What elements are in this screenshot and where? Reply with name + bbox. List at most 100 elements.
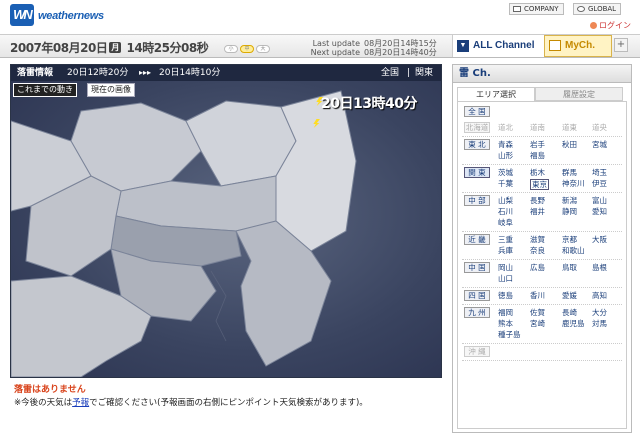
- region-button[interactable]: 関 東: [464, 167, 490, 178]
- global-label: GLOBAL: [588, 5, 617, 13]
- prefecture-link[interactable]: 富山: [592, 196, 607, 206]
- prefecture-link[interactable]: 静岡: [562, 207, 577, 217]
- region-divider: [462, 304, 622, 305]
- region-button[interactable]: 四 国: [464, 290, 490, 301]
- region-button[interactable]: 近 畿: [464, 234, 490, 245]
- prefecture-link[interactable]: 新潟: [562, 196, 577, 206]
- date-sep: 日: [95, 41, 108, 55]
- prefecture-link[interactable]: 京都: [562, 235, 577, 245]
- prefecture-link[interactable]: 愛知: [592, 207, 607, 217]
- region-divider: [462, 360, 622, 361]
- date-sep: 年: [41, 41, 53, 55]
- my-channel-tab[interactable]: MyCh.: [544, 35, 612, 57]
- prefecture-link[interactable]: 和歌山: [562, 246, 585, 256]
- next-update-value: 08月20日14時40分: [364, 48, 437, 57]
- region-nation-button[interactable]: 全 国: [464, 106, 490, 117]
- prefecture-link[interactable]: 種子島: [498, 330, 521, 340]
- all-channel-label: ALL Channel: [473, 40, 535, 51]
- prefecture-link[interactable]: 山口: [498, 274, 513, 284]
- font-size-small[interactable]: 小: [224, 45, 238, 53]
- current-image-button[interactable]: 現在の画像: [87, 83, 135, 97]
- map-header: 落雷情報 20日12時20分 ▸▸▸ 20日14時10分 全国 | 関東: [11, 65, 441, 81]
- prefecture-link[interactable]: 鳥取: [562, 263, 577, 273]
- prefecture-link[interactable]: 兵庫: [498, 246, 513, 256]
- prefecture-link[interactable]: 福井: [530, 207, 545, 217]
- prefecture-link[interactable]: 奈良: [530, 246, 545, 256]
- prefecture-link[interactable]: 高知: [592, 291, 607, 301]
- time-minute: 25: [153, 41, 170, 55]
- region-button[interactable]: 中 部: [464, 195, 490, 206]
- prefecture-link[interactable]: 埼玉: [592, 168, 607, 178]
- prefecture-link[interactable]: 東京: [530, 179, 549, 190]
- login-label: ログイン: [599, 21, 631, 30]
- prefecture-link[interactable]: 広島: [530, 263, 545, 273]
- prefecture-link[interactable]: 徳島: [498, 291, 513, 301]
- time-sep: 秒: [196, 41, 209, 55]
- prefecture-link[interactable]: 伊豆: [592, 179, 607, 189]
- prefecture-link: 道央: [592, 123, 607, 132]
- forecast-note: ※今後の天気は予報でご確認ください(予報画面の右側にピンポイント天気検索がありま…: [14, 396, 368, 408]
- prefecture-link[interactable]: 青森: [498, 140, 513, 150]
- font-size-large[interactable]: 大: [256, 45, 270, 53]
- prefecture-link[interactable]: 対馬: [592, 319, 607, 329]
- prefecture-link[interactable]: 佐賀: [530, 308, 545, 318]
- prefecture-link[interactable]: 大分: [592, 308, 607, 318]
- globe-icon: [577, 6, 585, 12]
- time-hour: 14: [126, 41, 143, 55]
- prefecture-link[interactable]: 石川: [498, 207, 513, 217]
- prefecture-link[interactable]: 山梨: [498, 196, 513, 206]
- date-year: 2007: [10, 41, 42, 55]
- prefecture-link[interactable]: 岡山: [498, 263, 513, 273]
- tab-area-select[interactable]: エリア選択: [457, 87, 535, 101]
- prefecture-link[interactable]: 宮城: [592, 140, 607, 150]
- region-button[interactable]: 九 州: [464, 307, 490, 318]
- map-title: 落雷情報: [17, 68, 54, 78]
- prefecture-link[interactable]: 栃木: [530, 168, 545, 178]
- region-button: 沖 縄: [464, 346, 490, 357]
- prefecture-link[interactable]: 滋賀: [530, 235, 545, 245]
- prefecture-link[interactable]: 大阪: [592, 235, 607, 245]
- time-sep: 分: [169, 41, 181, 55]
- global-button[interactable]: GLOBAL: [573, 3, 622, 15]
- prefecture-link[interactable]: 長野: [530, 196, 545, 206]
- add-channel-button[interactable]: +: [614, 38, 628, 52]
- region-local-link[interactable]: 関東: [415, 65, 433, 81]
- tab-history-settings[interactable]: 履歴設定: [535, 87, 623, 101]
- lightning-map-panel: 落雷情報 20日12時20分 ▸▸▸ 20日14時10分 全国 | 関東 これま…: [10, 64, 442, 378]
- region-button[interactable]: 中 国: [464, 262, 490, 273]
- region-nation-link[interactable]: 全国: [381, 65, 399, 81]
- logo-text[interactable]: weathernews: [38, 10, 104, 22]
- all-channel-tab[interactable]: ▼ ALL Channel: [452, 35, 544, 57]
- prefecture-link[interactable]: 鹿児島: [562, 319, 585, 329]
- prefecture-link[interactable]: 山形: [498, 151, 513, 161]
- logo-icon[interactable]: WN: [10, 4, 34, 26]
- prefecture-link[interactable]: 島根: [592, 263, 607, 273]
- prefecture-link[interactable]: 茨城: [498, 168, 513, 178]
- prefecture-link[interactable]: 熊本: [498, 319, 513, 329]
- prefecture-link[interactable]: 長崎: [562, 308, 577, 318]
- forecast-link[interactable]: 予報: [72, 398, 89, 408]
- prefecture-link[interactable]: 岐阜: [498, 218, 513, 228]
- company-button[interactable]: COMPANY: [509, 3, 564, 15]
- history-button[interactable]: これまでの動き: [13, 83, 77, 97]
- prefecture-link[interactable]: 福島: [530, 151, 545, 161]
- bay-line: [210, 270, 227, 342]
- prefecture-link[interactable]: 千葉: [498, 179, 513, 189]
- page: WN weathernews COMPANY GLOBAL ログイン 2007年…: [0, 0, 640, 433]
- prefecture-link[interactable]: 愛媛: [562, 291, 577, 301]
- prefecture-link[interactable]: 三重: [498, 235, 513, 245]
- prefecture-link[interactable]: 宮崎: [530, 319, 545, 329]
- login-link[interactable]: ログイン: [590, 20, 631, 31]
- prefecture-link[interactable]: 群馬: [562, 168, 577, 178]
- region-button[interactable]: 東 北: [464, 139, 490, 150]
- prefecture-link[interactable]: 岩手: [530, 140, 545, 150]
- prefecture-link: 道北: [498, 123, 513, 132]
- prefecture-link[interactable]: 神奈川: [562, 179, 585, 189]
- map-canvas[interactable]: これまでの動き 現在の画像 20日13時40分: [11, 81, 441, 377]
- prefecture-link[interactable]: 福岡: [498, 308, 513, 318]
- prefecture-link[interactable]: 香川: [530, 291, 545, 301]
- region-divider: [462, 192, 622, 193]
- date-day: 20: [80, 41, 96, 55]
- font-size-medium[interactable]: 中: [240, 45, 254, 53]
- prefecture-link[interactable]: 秋田: [562, 140, 577, 150]
